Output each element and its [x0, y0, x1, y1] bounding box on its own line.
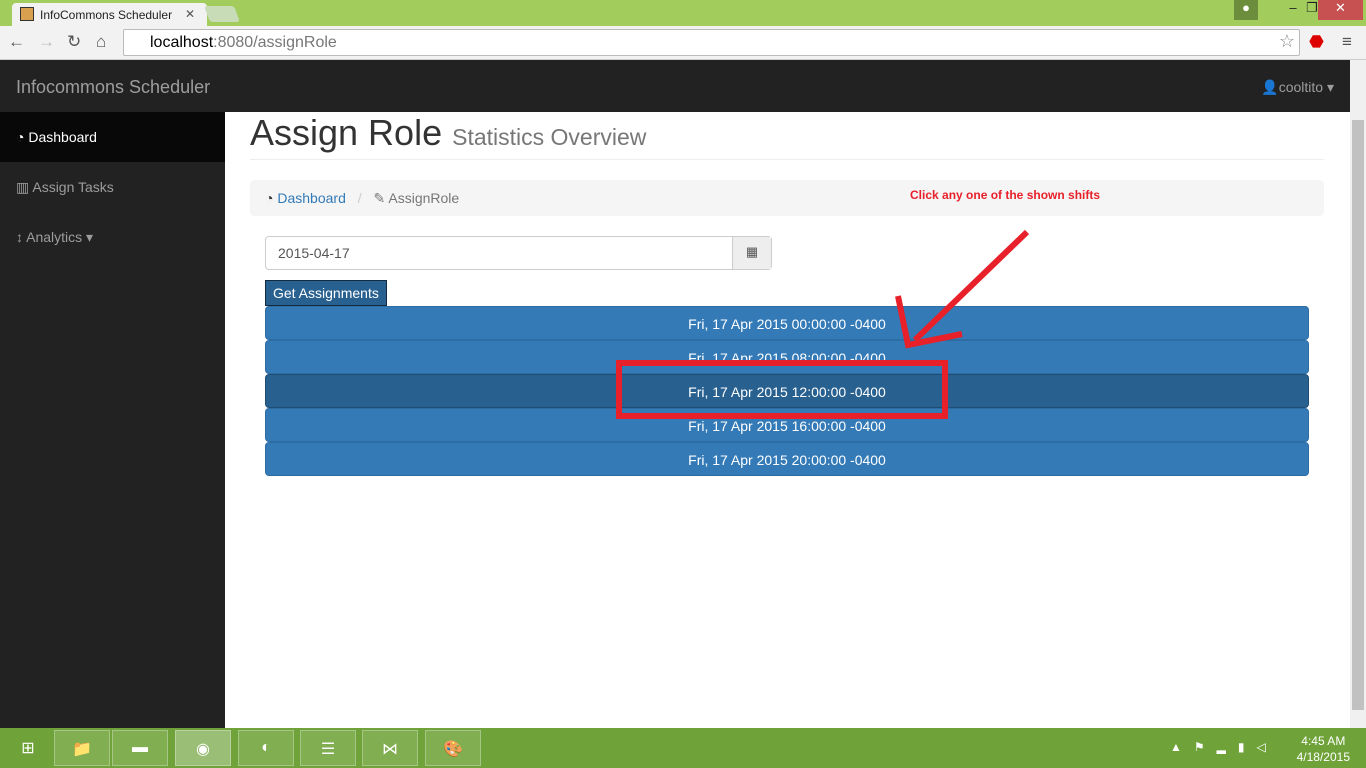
paint-icon[interactable]: 🎨: [425, 730, 481, 766]
file-explorer-icon[interactable]: 📁: [54, 730, 110, 766]
clock-time: 4:45 AM: [1301, 734, 1346, 748]
annotation-overlay: [616, 229, 1030, 419]
visual-studio-icon[interactable]: ⋈: [362, 730, 418, 766]
cmd-icon[interactable]: ▬: [112, 730, 168, 766]
system-tray[interactable]: ▲⚑▂▮◁: [1170, 740, 1278, 754]
start-button[interactable]: ⊞: [0, 730, 56, 766]
taskbar: ⊞ 📁 ▬ ◉ ◐ ☰ ⋈ 🎨 ▲⚑▂▮◁ 4:45 AM 4/18/2015: [0, 728, 1366, 768]
scrollbar[interactable]: [1350, 60, 1366, 728]
annotation-box: [616, 360, 948, 419]
scrollbar-thumb[interactable]: [1352, 120, 1364, 710]
database-icon[interactable]: ☰: [300, 730, 356, 766]
clock-date: 4/18/2015: [1296, 750, 1350, 764]
clock[interactable]: 4:45 AM 4/18/2015: [1297, 733, 1350, 765]
chrome-icon[interactable]: ◉: [175, 730, 231, 766]
app-icon[interactable]: ◐: [238, 730, 294, 766]
annotation-arrow: [912, 229, 1030, 343]
